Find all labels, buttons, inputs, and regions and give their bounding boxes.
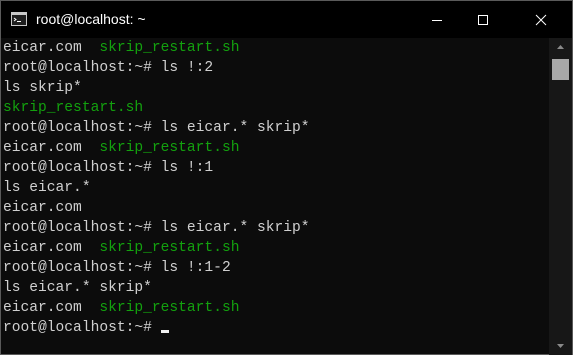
terminal-text: root@localhost:~# ls eicar.* skrip* [3,220,310,236]
terminal-window: root@localhost: ~ eicar.com skrip_restar… [0,0,573,355]
command-prompt: root@localhost:~# [3,320,152,336]
command-prompt-line[interactable]: root@localhost:~# [1,318,549,338]
text-cursor [160,330,169,333]
executable-filename: skrip_restart.sh [99,240,240,256]
terminal-text: ls eicar.* skrip* [3,280,152,296]
terminal-line: root@localhost:~# ls !:1-2 [1,258,549,278]
terminal-line: eicar.com skrip_restart.sh [1,138,549,158]
terminal-text: root@localhost:~# ls !:2 [3,60,214,76]
terminal-text: eicar.com [3,300,100,316]
minimize-icon [432,19,442,21]
executable-filename: skrip_restart.sh [99,140,240,156]
terminal-line: root@localhost:~# ls eicar.* skrip* [1,118,549,138]
terminal-line: ls eicar.* skrip* [1,278,549,298]
window-title: root@localhost: ~ [36,11,146,27]
maximize-icon [478,14,488,25]
terminal-line: ls eicar.* [1,178,549,198]
executable-filename: skrip_restart.sh [99,300,240,316]
scroll-up-arrow-icon[interactable] [549,38,572,56]
terminal-line: root@localhost:~# ls !:1 [1,158,549,178]
close-icon [535,14,547,25]
terminal-line: skrip_restart.sh [1,98,549,118]
terminal-line: eicar.com skrip_restart.sh [1,298,549,318]
terminal-line: eicar.com skrip_restart.sh [1,238,549,258]
title-bar[interactable]: root@localhost: ~ [1,1,572,38]
terminal-text: ls eicar.* [3,180,91,196]
terminal-output[interactable]: eicar.com skrip_restart.sh root@localhost… [1,38,549,355]
vertical-scrollbar[interactable] [549,38,572,355]
terminal-line: ls skrip* [1,78,549,98]
terminal-text: eicar.com [3,240,100,256]
terminal-line: eicar.com [1,198,549,218]
terminal-text: root@localhost:~# ls eicar.* skrip* [3,120,310,136]
terminal-icon [11,12,27,26]
terminal-line: eicar.com skrip_restart.sh [1,38,549,58]
terminal-text: ls skrip* [3,80,82,96]
close-button[interactable] [518,1,564,38]
terminal-text: eicar.com [3,40,100,56]
minimize-button[interactable] [414,1,460,38]
terminal-text: root@localhost:~# ls !:1-2 [3,260,231,276]
terminal-text: eicar.com [3,140,100,156]
scrollbar-thumb[interactable] [552,59,569,80]
terminal-text: eicar.com [3,200,82,216]
terminal-line: root@localhost:~# ls eicar.* skrip* [1,218,549,238]
terminal-line: root@localhost:~# ls !:2 [1,58,549,78]
terminal-text: root@localhost:~# ls !:1 [3,160,214,176]
executable-filename: skrip_restart.sh [99,40,240,56]
scroll-down-arrow-icon[interactable] [549,337,572,355]
maximize-button[interactable] [460,1,506,38]
executable-filename: skrip_restart.sh [3,100,144,116]
